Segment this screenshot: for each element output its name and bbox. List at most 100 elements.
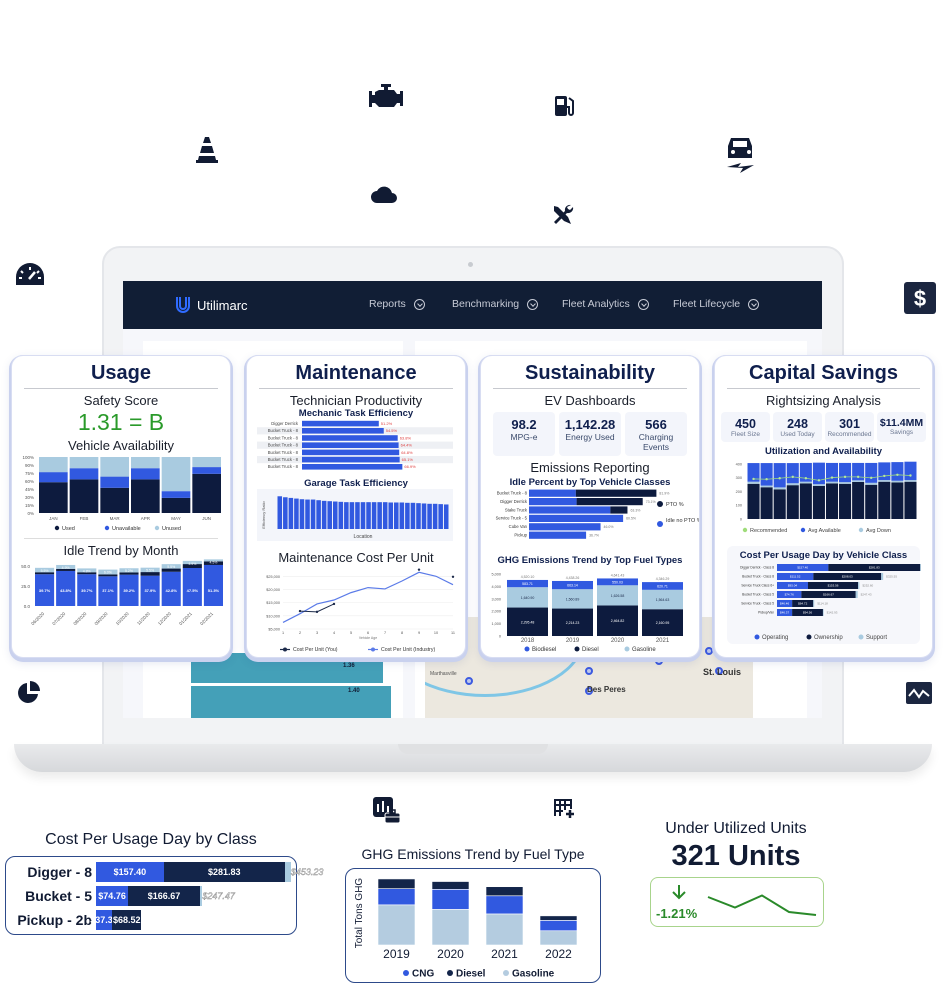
chevron-down-icon bbox=[413, 298, 425, 310]
kpi-label: Fleet Size bbox=[731, 431, 760, 438]
bar bbox=[327, 501, 332, 529]
bar bbox=[443, 504, 449, 529]
bar-segment bbox=[773, 489, 786, 519]
kpi-label: Used Today bbox=[780, 431, 815, 438]
recommended-point bbox=[804, 477, 808, 480]
bar-segment bbox=[825, 462, 839, 482]
bar bbox=[321, 500, 327, 529]
bar-segment bbox=[161, 491, 191, 498]
cpu-class-row[interactable]: Digger - 8 $157.40 $281.83 $453.23 bbox=[6, 862, 324, 882]
legend-marker bbox=[447, 970, 453, 976]
map-marker[interactable] bbox=[465, 677, 473, 685]
segment-label: $281.83 bbox=[869, 566, 880, 570]
kpi-recommended[interactable]: 301 Recommended bbox=[825, 412, 874, 442]
kpi-fleet-size[interactable]: 450 Fleet Size bbox=[721, 412, 770, 442]
brand[interactable]: Utilimarc bbox=[175, 295, 248, 315]
cpu-class-chart[interactable]: Digger - 8 $157.40 $281.83 $453.23 Bucket - … bbox=[5, 856, 324, 935]
legend-marker bbox=[806, 634, 812, 640]
bar-label: 37.1% bbox=[102, 588, 114, 593]
bar-total-label: 4,346.29 bbox=[656, 577, 670, 581]
y-tick-label: 400 bbox=[736, 462, 742, 466]
bar bbox=[332, 501, 338, 529]
x-tick-label: 2022 bbox=[545, 947, 572, 961]
category-label: Cube Van bbox=[509, 524, 528, 529]
under-utilized-trend[interactable]: -1.21% bbox=[650, 877, 824, 927]
maintenance-cost-chart: $5,000 $10,000 $15,000 $20,000 $25,000 1 2 3 4 5 6… bbox=[266, 568, 455, 653]
capital-savings-card[interactable]: Capital Savings Rightsizing Analysis 450… bbox=[714, 355, 939, 658]
x-tick-label: 10 bbox=[434, 631, 438, 635]
legend-label: Ownership bbox=[814, 635, 843, 641]
ev-dashboards-title: EV Dashboards bbox=[544, 393, 636, 408]
mechanic-task-title: Mechanic Task Efficiency bbox=[298, 408, 414, 419]
category-label: Bucket Truck - 8 bbox=[268, 450, 299, 455]
x-tick-label: 11/2020 bbox=[136, 611, 151, 626]
usage-card[interactable]: Usage Safety Score 1.31 = B Vehicle Avai… bbox=[11, 355, 231, 658]
rightsizing-title: Rightsizing Analysis bbox=[766, 393, 881, 408]
bar-segment bbox=[891, 480, 904, 483]
y-tick-label: 1,000 bbox=[491, 622, 501, 626]
safety-score-value: 1.31 = B bbox=[77, 409, 165, 435]
nav-benchmarking[interactable]: Benchmarking bbox=[452, 298, 539, 310]
nav-fleet-analytics[interactable]: Fleet Analytics bbox=[562, 298, 649, 310]
ghg-fuel-chart-box[interactable]: Total Tons GHG 2019 2020 2021 2022 CNG Diesel G… bbox=[345, 868, 601, 983]
kpi-mpge[interactable]: 98.2 MPG-e bbox=[493, 412, 555, 456]
bar-segment bbox=[192, 473, 221, 513]
utilimarc-logo-icon bbox=[176, 297, 190, 313]
kpi-used-today[interactable]: 248 Used Today bbox=[773, 412, 822, 442]
kpi-energy-used[interactable]: 1,142.28 Energy Used bbox=[559, 412, 621, 456]
legend-label: Cost Per Unit (Industry) bbox=[381, 647, 435, 653]
y-tick-label: 0% bbox=[27, 511, 34, 516]
bar-label: 39.7% bbox=[81, 588, 93, 593]
cpu-class-row[interactable]: Pickup - 2b $37.31 $68.52 bbox=[6, 910, 142, 930]
category-label: Bucket Truck - 8 bbox=[268, 435, 299, 440]
map-marker[interactable] bbox=[585, 667, 593, 675]
legend-label: CNG bbox=[412, 969, 434, 980]
bar-total-label: $325.55 bbox=[886, 575, 897, 579]
recommended-point bbox=[778, 477, 781, 480]
x-tick-label: JUN bbox=[202, 516, 211, 521]
bar bbox=[360, 502, 366, 529]
bar-segment bbox=[812, 484, 825, 486]
cpu-class-row[interactable]: Bucket - 5 $74.76 $166.67 $247.47 bbox=[6, 886, 235, 906]
bar-segment bbox=[539, 920, 578, 932]
segment-label: $46.46 bbox=[780, 602, 790, 606]
maintenance-card[interactable]: Maintenance Technician Productivity Mech… bbox=[246, 355, 466, 658]
bar-segment bbox=[100, 476, 129, 488]
bar bbox=[427, 503, 432, 529]
bar-segment bbox=[878, 462, 891, 481]
bar-segment: $68.52 bbox=[112, 910, 142, 930]
legend-label: Diesel bbox=[582, 647, 599, 653]
series-line-industry bbox=[282, 571, 454, 623]
kpi-savings[interactable]: $11.4MM Savings bbox=[877, 412, 926, 442]
kpi-value: $11.4MM bbox=[879, 417, 924, 429]
kpi-charging-events[interactable]: 566 Charging Events bbox=[625, 412, 687, 456]
sustainability-card[interactable]: Sustainability EV Dashboards 98.2 MPG-e 1… bbox=[480, 355, 702, 658]
segment-label: 1,564.63 bbox=[656, 598, 670, 602]
segment-label: $74.76 bbox=[785, 593, 795, 597]
nav-reports[interactable]: Reports bbox=[369, 298, 425, 310]
bar bbox=[305, 499, 310, 529]
category-label: Digger Derrick bbox=[500, 499, 528, 504]
arrow-down-icon bbox=[672, 885, 686, 900]
bar-segment bbox=[799, 481, 812, 484]
change-percent: -1.21% bbox=[656, 906, 698, 921]
bar-top-label: 4.8% bbox=[83, 569, 91, 573]
kpi-label: Savings bbox=[889, 429, 914, 436]
y-axis-label: Total Tons GHG bbox=[354, 878, 365, 949]
kpi-value: 248 bbox=[787, 417, 808, 431]
category-label: Bucket Truck - Class 5 bbox=[742, 593, 774, 597]
bar-label: 64.4% bbox=[401, 443, 413, 448]
legend-marker bbox=[403, 970, 409, 976]
bar-segment bbox=[865, 482, 878, 485]
map-marker[interactable] bbox=[705, 647, 713, 655]
category-label: Digger Derrick bbox=[271, 421, 299, 426]
segment-label: $111.52 bbox=[790, 575, 801, 579]
nav-label: Benchmarking bbox=[452, 298, 520, 310]
chart-toolbox-icon bbox=[372, 796, 402, 824]
y-tick-label: $20,000 bbox=[266, 588, 280, 592]
nav-fleet-lifecycle[interactable]: Fleet Lifecycle bbox=[673, 298, 760, 310]
cpu-panel: Cost Per Usage Day by Vehicle Class Digg… bbox=[727, 546, 939, 644]
segment-label: $166.67 bbox=[823, 593, 834, 597]
recommended-point bbox=[765, 478, 768, 481]
x-tick-label: 9 bbox=[418, 631, 420, 635]
